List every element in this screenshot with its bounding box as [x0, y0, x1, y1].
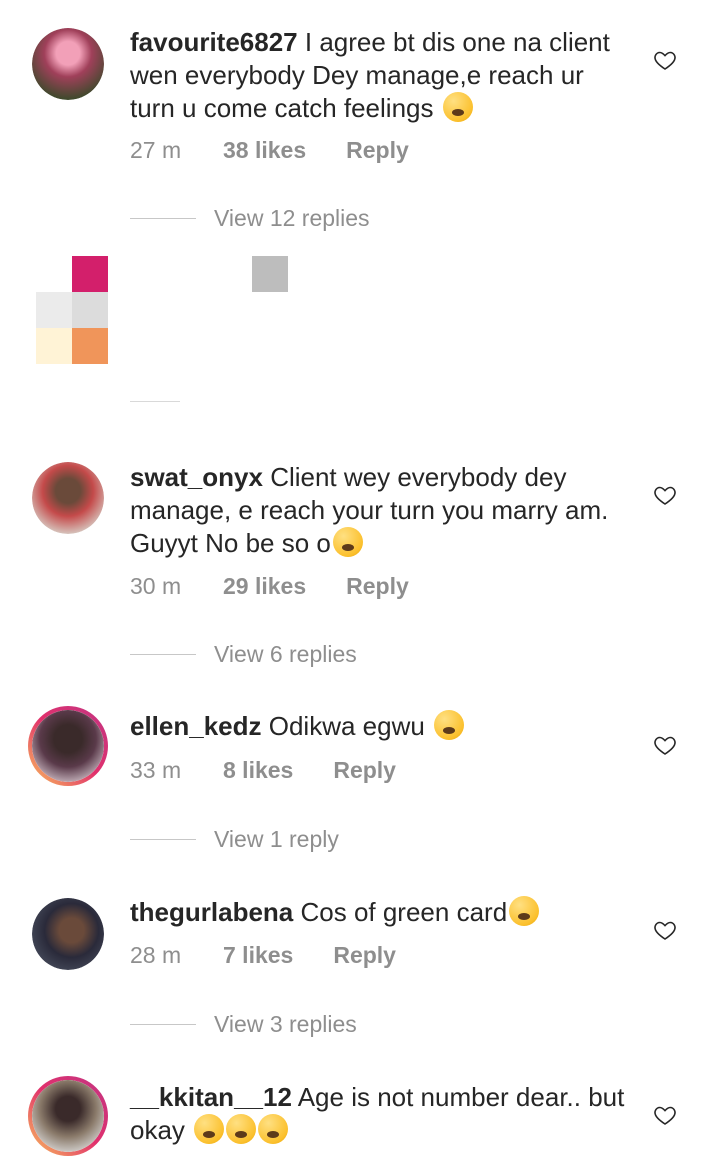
comment-username[interactable]: favourite6827 [130, 27, 298, 57]
reply-button[interactable]: Reply [333, 757, 396, 784]
reply-button[interactable]: Reply [333, 942, 396, 969]
heart-icon[interactable] [653, 483, 677, 507]
comment-time: 28 m [130, 942, 182, 968]
heart-icon[interactable] [653, 48, 677, 72]
view-replies-button[interactable]: View 1 reply [130, 826, 339, 853]
avatar[interactable] [32, 28, 104, 100]
comment-time: 30 m [130, 573, 182, 599]
divider [130, 839, 196, 840]
comment-text: favourite6827 I agree bt dis one na clie… [130, 26, 630, 125]
comment-username[interactable]: __kkitan__12 [130, 1082, 292, 1112]
view-replies-button[interactable]: View 12 replies [130, 205, 370, 232]
hushed-face-emoji-icon [226, 1114, 257, 1144]
comment-username[interactable]: thegurlabena [130, 897, 293, 927]
view-replies-label: View 6 replies [214, 641, 357, 667]
view-replies-button[interactable]: View 6 replies [130, 641, 357, 668]
comment-body: Odikwa egwu [268, 711, 425, 741]
comment-text: __kkitan__12 Age is not number dear.. bu… [130, 1081, 630, 1147]
divider [130, 401, 180, 402]
heart-icon[interactable] [653, 733, 677, 757]
weary-face-emoji-icon [442, 92, 473, 122]
comment-text: ellen_kedz Odikwa egwu [130, 710, 630, 743]
comment-meta: 28 m 7 likes Reply [130, 942, 396, 969]
view-replies-label: View 12 replies [214, 205, 370, 231]
comment-meta: 33 m 8 likes Reply [130, 757, 396, 784]
comment-time: 33 m [130, 757, 182, 783]
reply-button[interactable]: Reply [346, 573, 409, 600]
view-replies-label: View 1 reply [214, 826, 339, 852]
heart-icon[interactable] [653, 1103, 677, 1127]
divider [130, 218, 196, 219]
comment-username[interactable]: swat_onyx [130, 462, 263, 492]
avatar-with-story-ring[interactable] [28, 706, 108, 786]
avatar-with-story-ring[interactable] [28, 1076, 108, 1156]
view-replies-label: View 3 replies [214, 1011, 357, 1037]
reply-button[interactable]: Reply [346, 137, 409, 164]
hushed-face-emoji-icon [194, 1114, 225, 1144]
comment-likes[interactable]: 38 likes [223, 137, 306, 164]
heart-icon[interactable] [653, 918, 677, 942]
divider [130, 1024, 196, 1025]
comment-body: Cos of green card [300, 897, 508, 927]
comment-text: thegurlabena Cos of green card [130, 896, 630, 929]
comment-meta: 30 m 29 likes Reply [130, 573, 409, 600]
comment-text: swat_onyx Client wey everybody dey manag… [130, 461, 630, 560]
laughing-tears-emoji-icon [434, 710, 465, 740]
hushed-face-emoji-icon [258, 1114, 289, 1144]
comment-likes[interactable]: 8 likes [223, 757, 293, 784]
comment-meta: 27 m 38 likes Reply [130, 137, 409, 164]
laughing-tears-emoji-icon [509, 896, 540, 926]
comment-likes[interactable]: 29 likes [223, 573, 306, 600]
crying-face-emoji-icon [332, 527, 363, 557]
comment-username[interactable]: ellen_kedz [130, 711, 262, 741]
comment-likes[interactable]: 7 likes [223, 942, 293, 969]
comment-time: 27 m [130, 137, 182, 163]
divider [130, 654, 196, 655]
view-replies-button[interactable]: View 3 replies [130, 1011, 357, 1038]
avatar[interactable] [32, 898, 104, 970]
avatar[interactable] [32, 462, 104, 534]
